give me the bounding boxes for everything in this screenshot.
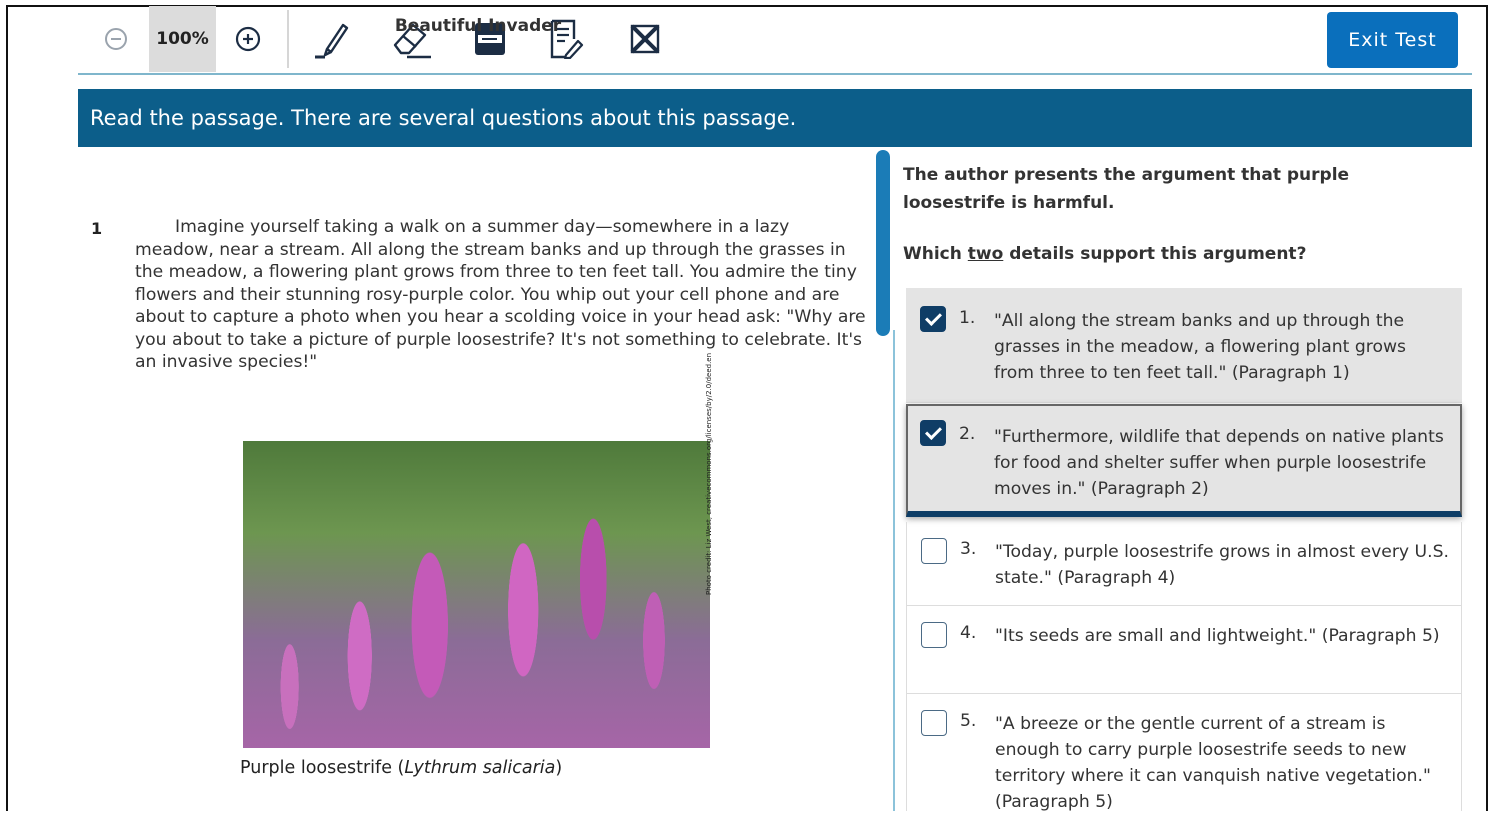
question-stem: The author presents the argument that pu… — [903, 165, 1350, 213]
passage-scrollbar-thumb[interactable] — [876, 150, 890, 336]
prompt-suffix: details support this argument? — [1003, 244, 1307, 264]
prompt-prefix: Which — [903, 244, 968, 264]
paragraph-number: 1 — [91, 219, 103, 238]
checkbox-unchecked-icon[interactable] — [921, 622, 947, 648]
question-prompt: Which two details support this argument? — [903, 244, 1306, 264]
checkbox-checked-icon[interactable] — [920, 420, 946, 446]
answer-option-1[interactable]: 1. "All along the stream banks and up th… — [906, 288, 1462, 403]
option-number: 5. — [960, 711, 977, 731]
option-number: 1. — [959, 308, 976, 328]
option-number: 4. — [960, 623, 977, 643]
answer-option-2[interactable]: 2. "Furthermore, wildlife that depends o… — [906, 404, 1462, 517]
checkbox-unchecked-icon[interactable] — [921, 538, 947, 564]
caption-scientific-name: Lythrum salicaria — [404, 758, 556, 778]
option-text: "Furthermore, wildlife that depends on n… — [994, 427, 1444, 499]
instruction-banner: Read the passage. There are several ques… — [78, 89, 1472, 147]
prompt-emphasis: two — [967, 244, 1004, 264]
option-text: "Its seeds are small and lightweight." (… — [995, 626, 1440, 646]
passage-title: Beautiful Invader — [394, 16, 562, 36]
paragraph-text: Imagine yourself taking a walk on a summ… — [135, 217, 866, 372]
option-text: "A breeze or the gentle current of a str… — [995, 714, 1431, 812]
answer-option-4[interactable]: 4. "Its seeds are small and lightweight.… — [906, 606, 1462, 694]
panel-divider — [893, 330, 895, 811]
answer-option-5[interactable]: 5. "A breeze or the gentle current of a … — [906, 694, 1462, 812]
exit-test-button[interactable]: Exit Test — [1327, 12, 1458, 68]
option-text: "Today, purple loosestrife grows in almo… — [995, 542, 1449, 588]
caption-suffix: ) — [555, 758, 563, 778]
photo-credit: Photo credit: Liz West, creativecommons.… — [705, 352, 713, 595]
option-text: "All along the stream banks and up throu… — [994, 311, 1406, 383]
image-caption: Purple loosestrife (Lythrum salicaria) — [240, 758, 562, 778]
toolbar-divider-line — [78, 73, 1472, 75]
option-number: 2. — [959, 424, 976, 444]
purple-loosestrife-photo — [243, 441, 710, 748]
caption-prefix: Purple loosestrife ( — [240, 758, 405, 778]
option-number: 3. — [960, 539, 977, 559]
checkbox-unchecked-icon[interactable] — [921, 710, 947, 736]
checkbox-checked-icon[interactable] — [920, 306, 946, 332]
answer-option-3[interactable]: 3. "Today, purple loosestrife grows in a… — [906, 522, 1462, 606]
